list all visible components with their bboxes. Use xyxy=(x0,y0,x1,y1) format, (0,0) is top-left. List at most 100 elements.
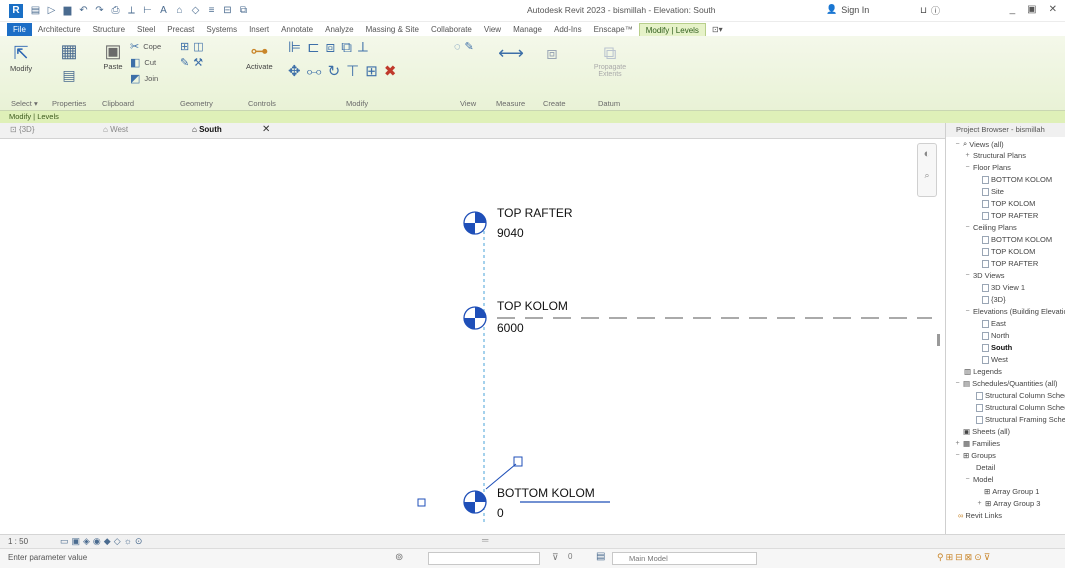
tree-item-detail[interactable]: Detail xyxy=(976,463,995,472)
expand-icon[interactable]: + xyxy=(976,500,983,507)
mirror-axis-icon[interactable]: ⧈ xyxy=(326,39,336,56)
tree-item-legends[interactable]: ▥ Legends xyxy=(964,367,1002,376)
navigation-bar[interactable]: ◐ ⌕ xyxy=(917,143,937,197)
tab-annotate[interactable]: Annotate xyxy=(275,23,319,36)
collapse-icon[interactable]: − xyxy=(964,476,971,483)
design-option-field[interactable] xyxy=(428,552,540,565)
delete-icon[interactable]: ✖ xyxy=(384,62,397,80)
tree-item-floor-top-kolom[interactable]: TOP KOLOM xyxy=(982,199,1035,208)
tree-item-schedules[interactable]: − ▤ Schedules/Quantities (all) xyxy=(954,379,1057,388)
trim-icon[interactable]: ⊤ xyxy=(346,62,359,80)
rotate-icon[interactable]: ↻ xyxy=(328,62,341,80)
cope-row[interactable]: ✂ Cope xyxy=(130,40,161,53)
section-icon[interactable]: ◇ xyxy=(189,5,202,16)
tab-insert[interactable]: Insert xyxy=(243,23,275,36)
text-icon[interactable]: A xyxy=(157,5,170,16)
account-icon[interactable]: 👤 xyxy=(826,4,837,15)
tree-item-elevations[interactable]: − Elevations (Building Elevation) xyxy=(964,307,1065,316)
tab-systems[interactable]: Systems xyxy=(200,23,243,36)
tree-item-structural-plans[interactable]: + Structural Plans xyxy=(964,151,1026,160)
tab-steel[interactable]: Steel xyxy=(131,23,161,36)
tree-item-array-group-3[interactable]: + ⊞ Array Group 3 xyxy=(976,499,1040,508)
cart-icon[interactable]: ⊔ xyxy=(920,5,927,16)
collapse-icon[interactable]: − xyxy=(954,380,961,387)
collapse-icon[interactable]: − xyxy=(964,308,971,315)
cut-row[interactable]: ◧ Cut xyxy=(130,56,156,69)
level-name[interactable]: BOTTOM KOLOM xyxy=(497,486,595,500)
save-icon[interactable]: ▆ xyxy=(61,5,74,16)
help-icon[interactable]: ⓘ xyxy=(931,4,940,17)
activate-button[interactable]: ⊶ Activate xyxy=(246,40,273,72)
select-group-label[interactable]: Select ▾ xyxy=(11,99,38,108)
level-name[interactable]: TOP RAFTER xyxy=(497,206,573,220)
offset-icon[interactable]: ⊏ xyxy=(307,38,320,56)
level-name[interactable]: TOP KOLOM xyxy=(497,299,568,313)
expand-icon[interactable]: + xyxy=(964,152,971,159)
tree-item-3d-view-1[interactable]: 3D View 1 xyxy=(982,283,1025,292)
geometry-row-2[interactable]: ✎ ⚒ xyxy=(180,56,203,69)
override-icon[interactable]: ✎ xyxy=(465,40,474,53)
tree-item-schedule-1[interactable]: Structural Column Schedule xyxy=(976,391,1065,400)
aligned-dimension-icon[interactable]: ⊢ xyxy=(141,5,154,16)
workset-icon[interactable]: ⊚ xyxy=(395,552,403,563)
drawing-canvas[interactable]: TOP RAFTER 9040 TOP KOLOM 6000 BOTTOM KO… xyxy=(0,139,945,534)
tree-item-revit-links[interactable]: ∞ Revit Links xyxy=(958,511,1002,520)
tree-item-ceiling-bottom-kolom[interactable]: BOTTOM KOLOM xyxy=(982,235,1052,244)
collapse-icon[interactable]: − xyxy=(964,224,971,231)
tab-enscape[interactable]: Enscape™ xyxy=(588,23,639,36)
view-tab-south[interactable]: ⌂ South xyxy=(192,125,222,134)
tree-item-site[interactable]: Site xyxy=(982,187,1004,196)
tree-item-sheets[interactable]: ▣ Sheets (all) xyxy=(954,427,1010,436)
tree-item-families[interactable]: + ▦ Families xyxy=(954,439,1000,448)
mirror-draw-icon[interactable]: ⧉ xyxy=(341,39,352,56)
view-tab-west[interactable]: ⌂ West xyxy=(103,125,128,134)
tree-item-model[interactable]: − Model xyxy=(964,475,993,484)
selection-filter-icons[interactable]: ⚲⊞⊟⊠⊙⊽ xyxy=(937,552,992,563)
steering-wheel-icon[interactable]: ◐ xyxy=(918,148,936,160)
properties-button[interactable]: ▦ xyxy=(58,40,80,62)
tree-item-schedule-2[interactable]: Structural Column Schedule xyxy=(976,403,1065,412)
collapse-icon[interactable]: − xyxy=(964,272,971,279)
elevation-svg[interactable]: TOP RAFTER 9040 TOP KOLOM 6000 BOTTOM KO… xyxy=(0,139,945,534)
tree-item-ceiling-top-kolom[interactable]: TOP KOLOM xyxy=(982,247,1035,256)
view-tab-3d[interactable]: ⊡ {3D} xyxy=(10,125,35,134)
move-icon[interactable]: ✥ xyxy=(288,62,301,80)
collapse-icon[interactable]: − xyxy=(964,164,971,171)
propagate-extents-button[interactable]: ⧉ Propagate Extents xyxy=(590,42,630,79)
array-icon[interactable]: ⊞ xyxy=(365,62,378,80)
tree-item-floor-bottom-kolom[interactable]: BOTTOM KOLOM xyxy=(982,175,1052,184)
print-icon[interactable]: ⎙ xyxy=(109,5,122,16)
align-icon[interactable]: ⊫ xyxy=(288,38,301,56)
join-row[interactable]: ◩ Join xyxy=(130,72,158,85)
sign-in-link[interactable]: Sign In xyxy=(841,5,869,15)
create-similar-button[interactable]: ⧈ xyxy=(541,42,563,64)
hide-icon[interactable]: ◌ xyxy=(454,41,461,53)
vertical-scrollbar[interactable] xyxy=(937,334,940,346)
level-bottom-kolom[interactable]: BOTTOM KOLOM 0 xyxy=(417,456,610,520)
tab-manage[interactable]: Manage xyxy=(507,23,548,36)
measure-button[interactable]: ⟷ xyxy=(498,42,524,64)
undo-icon[interactable]: ↶ xyxy=(77,5,90,16)
sync-icon[interactable]: ▷ xyxy=(45,5,58,16)
open-icon[interactable]: ▤ xyxy=(29,5,42,16)
minimize-icon[interactable]: _ xyxy=(1010,4,1016,15)
tree-item-array-group-1[interactable]: ⊞ Array Group 1 xyxy=(984,487,1039,496)
tab-precast[interactable]: Precast xyxy=(161,23,200,36)
view-scale[interactable]: 1 : 50 xyxy=(8,537,28,546)
redo-icon[interactable]: ↷ xyxy=(93,5,106,16)
hide-bubble-checkbox[interactable] xyxy=(417,498,426,507)
collapse-icon[interactable]: − xyxy=(954,141,961,148)
tree-item-groups[interactable]: − ⊞ Groups xyxy=(954,451,995,460)
expand-icon[interactable]: + xyxy=(954,440,961,447)
close-view-icon[interactable]: ✕ xyxy=(262,124,270,135)
level-top-rafter[interactable]: TOP RAFTER 9040 xyxy=(463,206,573,240)
switch-windows-icon[interactable]: ⧉ xyxy=(237,5,250,16)
split-icon[interactable]: ⟂ xyxy=(358,39,368,56)
level-elevation[interactable]: 6000 xyxy=(497,321,524,335)
tree-item-ceiling-top-rafter[interactable]: TOP RAFTER xyxy=(982,259,1038,268)
tab-massing-site[interactable]: Massing & Site xyxy=(360,23,425,36)
close-hidden-icon[interactable]: ⊟ xyxy=(221,5,234,16)
tree-item-west[interactable]: West xyxy=(982,355,1008,364)
level-elevation[interactable]: 9040 xyxy=(497,226,524,240)
zoom-icon[interactable]: ⌕ xyxy=(918,170,936,181)
